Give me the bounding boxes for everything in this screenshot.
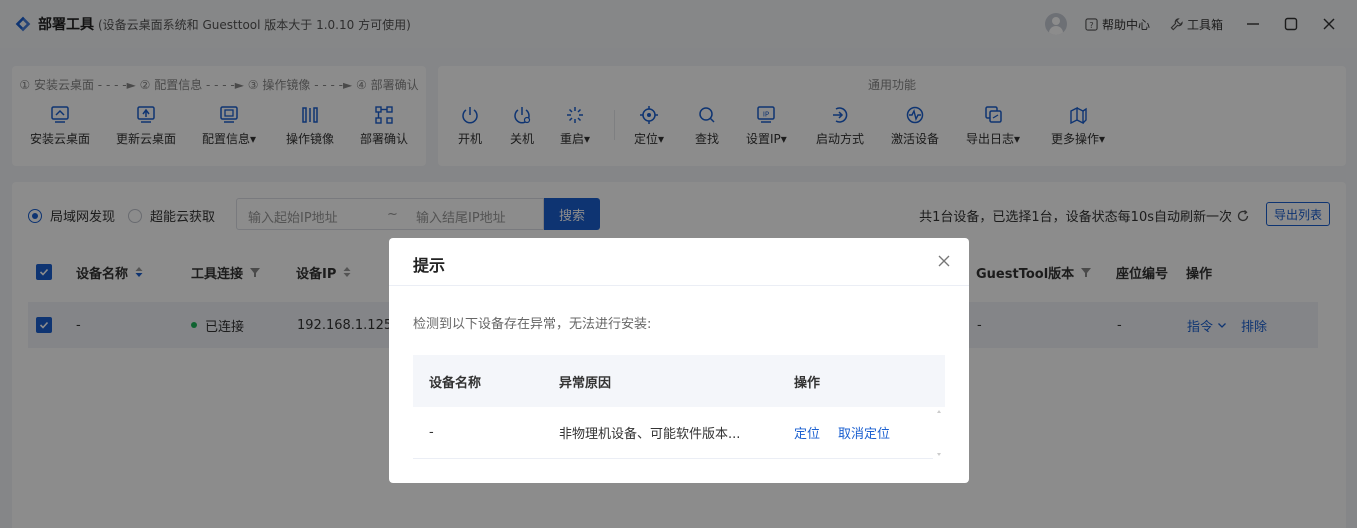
dialog-title: 提示 (413, 256, 446, 275)
dialog-message: 检测到以下设备存在异常，无法进行安装: (413, 317, 652, 332)
dialog-table-header: 设备名称 异常原因 操作 (413, 355, 945, 407)
dialog-header-operation: 操作 (794, 375, 821, 391)
dialog-divider (389, 285, 969, 286)
table-row: - 非物理机设备、可能软件版本... 定位 取消定位 (413, 407, 933, 459)
alert-dialog: 提示 检测到以下设备存在异常，无法进行安装: 设备名称 异常原因 操作 - 非物… (389, 238, 969, 483)
dialog-header-reason: 异常原因 (559, 375, 612, 391)
locate-link[interactable]: 定位 (794, 407, 820, 458)
cancel-locate-link[interactable]: 取消定位 (838, 407, 890, 458)
close-icon[interactable] (937, 254, 951, 268)
dialog-cell-reason: 非物理机设备、可能软件版本... (559, 427, 741, 442)
dialog-cell-device-name: - (429, 425, 434, 440)
dialog-header-device-name: 设备名称 (429, 375, 482, 391)
dialog-scrollbar[interactable] (935, 407, 943, 459)
